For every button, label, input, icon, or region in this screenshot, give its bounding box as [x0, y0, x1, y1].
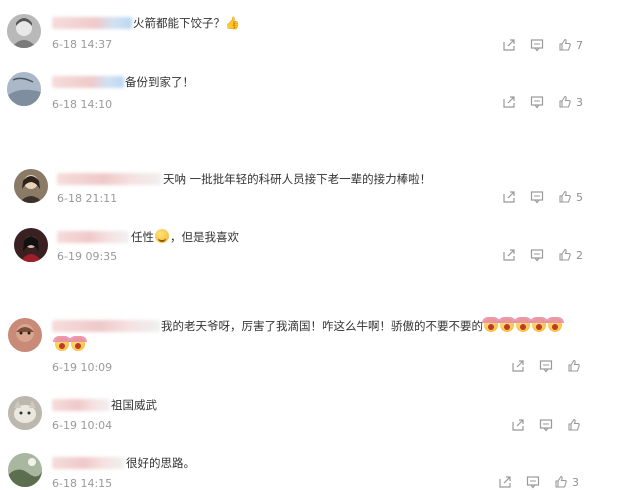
- like-button[interactable]: 7: [558, 38, 583, 52]
- thumbs-up-icon: [559, 190, 571, 203]
- comment-actions: 3: [502, 94, 583, 110]
- like-button[interactable]: [567, 359, 585, 373]
- comment-actions: 5: [502, 189, 583, 205]
- thumbs-up-emoji-icon: 👍: [225, 16, 240, 30]
- avatar[interactable]: [7, 14, 41, 48]
- username-blurred[interactable]: [57, 231, 129, 243]
- username-blurred[interactable]: [57, 173, 161, 185]
- share-button[interactable]: [502, 95, 516, 109]
- username-blurred[interactable]: [52, 17, 132, 29]
- thumbs-up-icon: [568, 418, 580, 431]
- emoji-icon: [546, 317, 564, 332]
- thumbs-up-icon: [568, 359, 580, 372]
- thumbs-up-icon: [559, 38, 571, 51]
- share-icon: [503, 191, 515, 203]
- share-button[interactable]: [511, 359, 525, 373]
- comment-icon: [530, 249, 544, 262]
- like-button[interactable]: 3: [554, 475, 579, 489]
- avatar[interactable]: [14, 228, 48, 262]
- username-blurred[interactable]: [52, 457, 124, 469]
- like-button[interactable]: 3: [558, 95, 583, 109]
- avatar[interactable]: [8, 396, 42, 430]
- comment-text: 任性 ，但是我喜欢: [131, 229, 239, 244]
- emoji-icon: [514, 317, 532, 332]
- comment-text: 很好的思路。: [126, 456, 195, 470]
- comment-time: 6-18 14:37: [52, 38, 113, 51]
- comment-text-continued: [53, 336, 87, 353]
- comment-text: 天呐 一批批年轻的科研人员接下老一辈的接力棒啦！: [163, 172, 432, 186]
- share-icon: [512, 419, 524, 431]
- comment-button[interactable]: [530, 248, 544, 262]
- username-blurred[interactable]: [52, 399, 110, 411]
- avatar[interactable]: [8, 453, 42, 487]
- share-button[interactable]: [502, 38, 516, 52]
- emoji-icon: [530, 317, 548, 332]
- comment-actions: 2: [502, 247, 583, 263]
- comment-icon: [526, 476, 540, 489]
- comment-actions: 3: [498, 474, 579, 490]
- comment-button[interactable]: [526, 475, 540, 489]
- comment-button[interactable]: [539, 359, 553, 373]
- like-button[interactable]: [567, 418, 585, 432]
- comment-text: 火箭都能下饺子？👍: [133, 16, 240, 30]
- share-icon: [503, 249, 515, 261]
- comment-button[interactable]: [530, 38, 544, 52]
- like-button[interactable]: 5: [558, 190, 583, 204]
- username-blurred[interactable]: [52, 76, 124, 88]
- comment-text: 我的老天爷呀，厉害了我滴国！咋这么牛啊！骄傲的不要不要的: [161, 317, 564, 334]
- comment-text: 祖国威武: [111, 398, 157, 412]
- comment-time: 6-19 10:04: [52, 419, 113, 432]
- comment-icon: [530, 96, 544, 109]
- share-icon: [503, 96, 515, 108]
- comment-actions: 7: [502, 37, 583, 53]
- thumbs-up-icon: [559, 95, 571, 108]
- comment-time: 6-18 14:15: [52, 477, 113, 490]
- comment-button[interactable]: [530, 190, 544, 204]
- comment-icon: [539, 419, 553, 432]
- avatar[interactable]: [8, 318, 42, 352]
- like-count: 5: [576, 190, 583, 204]
- emoji-icon: [69, 336, 87, 351]
- emoji-icon: [53, 336, 71, 351]
- share-button[interactable]: [502, 248, 516, 262]
- comment-time: 6-19 10:09: [52, 361, 113, 374]
- avatar[interactable]: [7, 72, 41, 106]
- emoji-icon: [498, 317, 516, 332]
- share-button[interactable]: [502, 190, 516, 204]
- like-count: 7: [576, 38, 583, 52]
- comment-button[interactable]: [530, 95, 544, 109]
- emoji-icon: [155, 229, 169, 243]
- comment-time: 6-18 14:10: [52, 98, 113, 111]
- share-icon: [503, 39, 515, 51]
- thumbs-up-icon: [555, 475, 567, 488]
- comment-actions: [511, 358, 585, 374]
- comment-text: 备份到家了！: [125, 75, 194, 89]
- share-button[interactable]: [498, 475, 512, 489]
- comment-button[interactable]: [539, 418, 553, 432]
- share-icon: [499, 476, 511, 488]
- comment-time: 6-19 09:35: [57, 250, 118, 263]
- avatar[interactable]: [14, 169, 48, 203]
- like-count: 3: [576, 95, 583, 109]
- thumbs-up-icon: [559, 248, 571, 261]
- share-icon: [512, 360, 524, 372]
- username-blurred[interactable]: [52, 320, 160, 332]
- comment-icon: [539, 360, 553, 373]
- comment-icon: [530, 39, 544, 52]
- comment-icon: [530, 191, 544, 204]
- like-button[interactable]: 2: [558, 248, 583, 262]
- comment-actions: [511, 417, 585, 433]
- comment-time: 6-18 21:11: [57, 192, 118, 205]
- emoji-icon: [482, 317, 500, 332]
- share-button[interactable]: [511, 418, 525, 432]
- like-count: 2: [576, 248, 583, 262]
- like-count: 3: [572, 475, 579, 489]
